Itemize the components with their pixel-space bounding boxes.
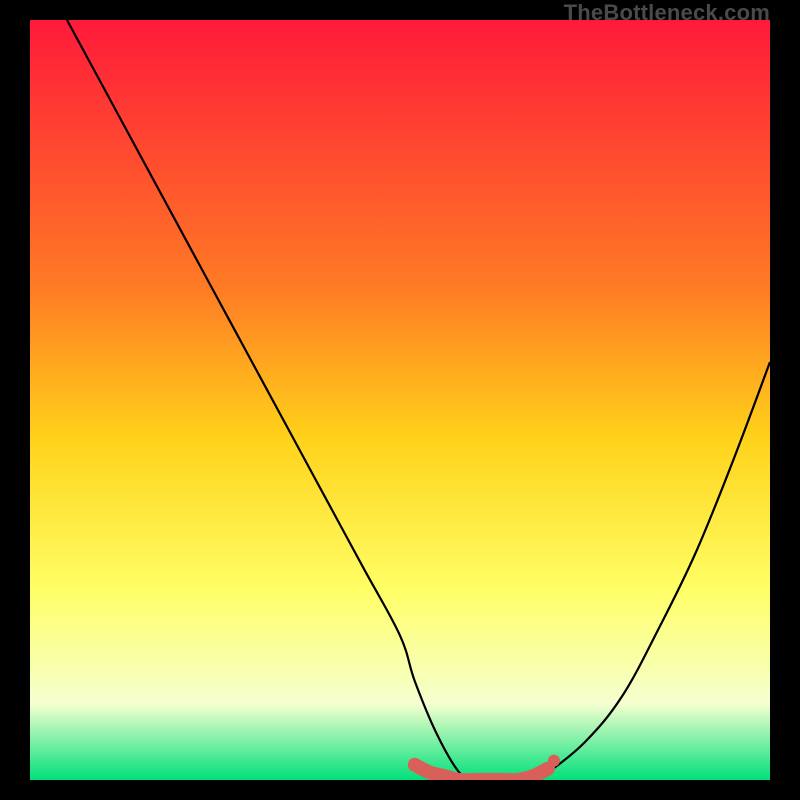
bottleneck-chart bbox=[30, 20, 770, 780]
highlight-end-dot bbox=[548, 755, 560, 767]
gradient-background bbox=[30, 20, 770, 780]
chart-frame bbox=[30, 20, 770, 780]
